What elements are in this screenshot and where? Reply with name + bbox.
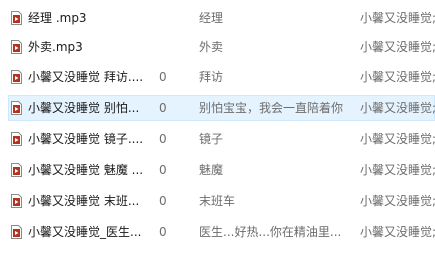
track-title: 外卖 [199, 40, 224, 54]
track-artist: 小馨又没睡觉; [360, 225, 435, 239]
media-file-icon [11, 11, 22, 25]
media-file-icon [11, 163, 22, 177]
media-file-icon [11, 40, 22, 54]
track-title: 末班车 [199, 194, 236, 208]
file-name: 小馨又没睡觉 别怕... [28, 101, 140, 115]
file-name-cell: 小馨又没睡觉 魅魔 ... [11, 158, 151, 182]
track-number [159, 6, 189, 30]
track-title: 医生...好热...你在精油里... [199, 225, 342, 239]
file-name-cell: 经理 .mp3 [11, 6, 151, 30]
file-name-cell: 小馨又没睡觉 拜访.... [11, 65, 151, 89]
file-row[interactable]: 外卖.mp3 外卖 小馨又没睡觉; [8, 34, 435, 60]
file-row[interactable]: 小馨又没睡觉 拜访.... 0 拜访 小馨又没睡觉; [8, 64, 435, 90]
media-file-icon [11, 70, 22, 84]
track-artist: 小馨又没睡觉; [360, 132, 435, 146]
track-artist: 小馨又没睡觉; [360, 11, 435, 25]
track-artist: 小馨又没睡觉; [360, 163, 435, 177]
file-name: 小馨又没睡觉_医生... [28, 225, 142, 239]
file-name-cell: 小馨又没睡觉 镜子.... [11, 127, 151, 151]
track-number: 0 [159, 225, 167, 239]
track-title: 拜访 [199, 70, 224, 84]
file-row[interactable]: 小馨又没睡觉 魅魔 ... 0 魅魔 小馨又没睡觉; [8, 157, 435, 183]
file-row-selected[interactable]: 小馨又没睡觉 别怕... 0 别怕宝宝，我会一直陪着你 小馨又没睡觉; [8, 95, 435, 121]
track-artist: 小馨又没睡觉; [360, 70, 435, 84]
file-name-cell: 小馨又没睡觉 末班... [11, 189, 151, 213]
file-name: 小馨又没睡觉 拜访.... [28, 70, 144, 84]
track-number: 0 [159, 163, 167, 177]
track-number [159, 35, 189, 59]
track-artist: 小馨又没睡觉; [360, 40, 435, 54]
track-title: 魅魔 [199, 163, 224, 177]
file-row[interactable]: 经理 .mp3 经理 小馨又没睡觉; [8, 5, 435, 31]
track-number: 0 [159, 70, 167, 84]
file-name: 经理 .mp3 [28, 11, 87, 25]
file-name: 小馨又没睡觉 镜子.... [28, 132, 144, 146]
track-artist: 小馨又没睡觉; [360, 101, 435, 115]
file-name: 小馨又没睡觉 末班... [28, 194, 140, 208]
file-row[interactable]: 小馨又没睡觉 末班... 0 末班车 小馨又没睡觉; [8, 188, 435, 214]
file-name-cell: 小馨又没睡觉 别怕... [11, 96, 151, 120]
track-artist: 小馨又没睡觉; [360, 194, 435, 208]
file-list: 经理 .mp3 经理 小馨又没睡觉; 外卖.mp3 外卖 小馨又没睡觉; 小馨又… [0, 0, 435, 256]
track-number: 0 [159, 194, 167, 208]
track-number: 0 [159, 101, 167, 115]
media-file-icon [11, 194, 22, 208]
file-row[interactable]: 小馨又没睡觉_医生... 0 医生...好热...你在精油里... 小馨又没睡觉… [8, 219, 435, 245]
media-file-icon [11, 101, 22, 115]
track-title: 经理 [199, 11, 224, 25]
file-name-cell: 外卖.mp3 [11, 35, 151, 59]
track-title: 镜子 [199, 132, 224, 146]
media-file-icon [11, 132, 22, 146]
file-row[interactable]: 小馨又没睡觉 镜子.... 0 镜子 小馨又没睡觉; [8, 126, 435, 152]
file-name: 小馨又没睡觉 魅魔 ... [28, 163, 144, 177]
track-number: 0 [159, 132, 167, 146]
track-title: 别怕宝宝，我会一直陪着你 [199, 101, 344, 115]
media-file-icon [11, 225, 22, 239]
file-name: 外卖.mp3 [28, 40, 83, 54]
file-name-cell: 小馨又没睡觉_医生... [11, 220, 151, 244]
